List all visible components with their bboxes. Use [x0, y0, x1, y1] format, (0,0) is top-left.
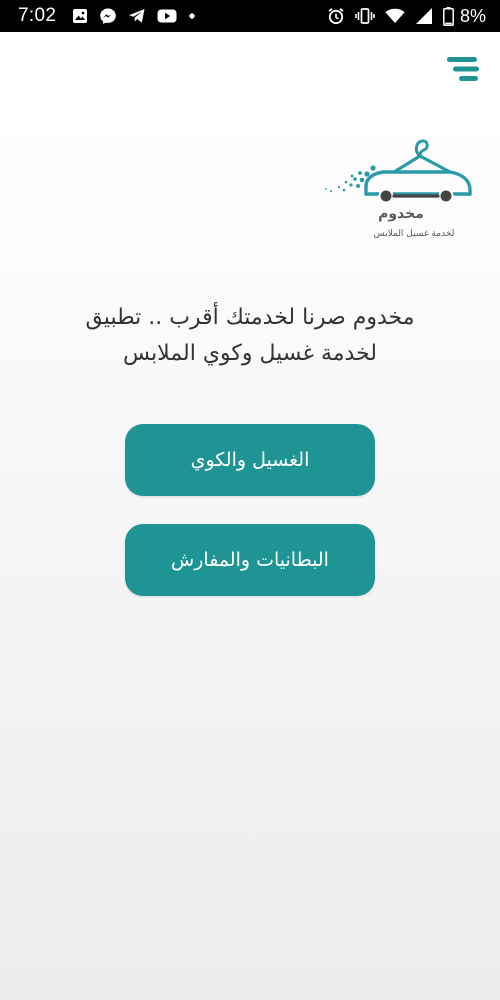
washing-ironing-button[interactable]: الغسيل والكوي — [125, 424, 375, 496]
battery-icon — [443, 6, 454, 26]
logo-name: مخدوم — [378, 206, 424, 222]
telegram-icon — [128, 8, 146, 24]
menu-icon — [447, 57, 479, 81]
intro-line-2: لخدمة غسيل وكوي الملابس — [123, 341, 377, 366]
wifi-icon — [385, 8, 405, 24]
intro-text: مخدوم صرنا لخدمتك أقرب .. تطبيق لخدمة غس… — [40, 300, 460, 372]
status-time: 7:02 — [18, 5, 57, 26]
dot-icon — [188, 12, 196, 20]
notification-icons — [72, 7, 196, 25]
messenger-icon — [99, 7, 117, 25]
battery-percent: 8% — [459, 5, 486, 26]
system-icons: 8% — [327, 6, 486, 27]
car-hanger-logo-icon — [325, 139, 472, 204]
intro-line-1: مخدوم صرنا لخدمتك أقرب .. تطبيق — [85, 305, 415, 330]
youtube-icon — [157, 9, 177, 23]
blankets-bedding-button[interactable]: البطانيات والمفارش — [125, 524, 375, 596]
vibrate-icon — [355, 8, 375, 24]
logo-tagline: لخدمة غسيل الملابس — [373, 229, 455, 239]
menu-button[interactable] — [446, 56, 480, 82]
signal-icon — [415, 7, 433, 25]
status-bar: 7:02 8% — [0, 0, 500, 32]
alarm-icon — [327, 7, 345, 25]
gallery-icon — [72, 8, 88, 24]
brand-logo — [322, 136, 474, 244]
